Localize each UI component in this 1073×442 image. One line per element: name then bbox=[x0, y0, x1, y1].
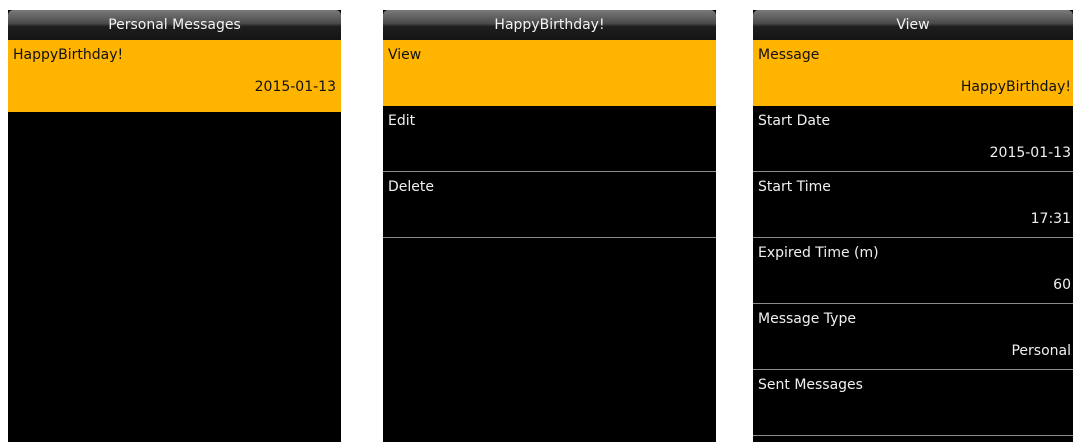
detail-row-message-type[interactable]: Message Type Personal bbox=[753, 304, 1073, 370]
detail-value: Personal bbox=[1011, 343, 1071, 359]
message-options-screen: HappyBirthday! View Edit Delete bbox=[383, 10, 716, 442]
detail-label: Start Date bbox=[758, 113, 831, 129]
detail-label: Expired Time (m) bbox=[758, 245, 879, 261]
detail-label: Message bbox=[758, 47, 820, 63]
detail-label: Sent Messages bbox=[758, 377, 863, 393]
detail-value: 2015-01-13 bbox=[989, 145, 1071, 161]
detail-value: HappyBirthday! bbox=[960, 79, 1071, 95]
screen-title: Personal Messages bbox=[8, 10, 341, 40]
message-list-item[interactable]: HappyBirthday! 2015-01-13 bbox=[8, 40, 341, 112]
message-title: HappyBirthday! bbox=[13, 47, 124, 63]
detail-row-message[interactable]: Message HappyBirthday! bbox=[753, 40, 1073, 106]
menu-item-edit[interactable]: Edit bbox=[383, 106, 716, 172]
menu-item-view[interactable]: View bbox=[383, 40, 716, 106]
detail-row-expired-time[interactable]: Expired Time (m) 60 bbox=[753, 238, 1073, 304]
message-date: 2015-01-13 bbox=[254, 79, 336, 95]
detail-row-start-date[interactable]: Start Date 2015-01-13 bbox=[753, 106, 1073, 172]
detail-value: 17:31 bbox=[1030, 211, 1071, 227]
menu-item-label: Delete bbox=[388, 179, 434, 195]
screen-title: HappyBirthday! bbox=[383, 10, 716, 40]
view-message-screen: View Message HappyBirthday! Start Date 2… bbox=[753, 10, 1073, 442]
screen-title: View bbox=[753, 10, 1073, 40]
menu-item-label: View bbox=[388, 47, 422, 63]
detail-row-sent-messages[interactable]: Sent Messages bbox=[753, 370, 1073, 436]
detail-value: 60 bbox=[1053, 277, 1071, 293]
detail-label: Start Time bbox=[758, 179, 831, 195]
menu-item-label: Edit bbox=[388, 113, 416, 129]
detail-row-start-time[interactable]: Start Time 17:31 bbox=[753, 172, 1073, 238]
detail-label: Message Type bbox=[758, 311, 856, 327]
menu-item-delete[interactable]: Delete bbox=[383, 172, 716, 238]
personal-messages-screen: Personal Messages HappyBirthday! 2015-01… bbox=[8, 10, 341, 442]
